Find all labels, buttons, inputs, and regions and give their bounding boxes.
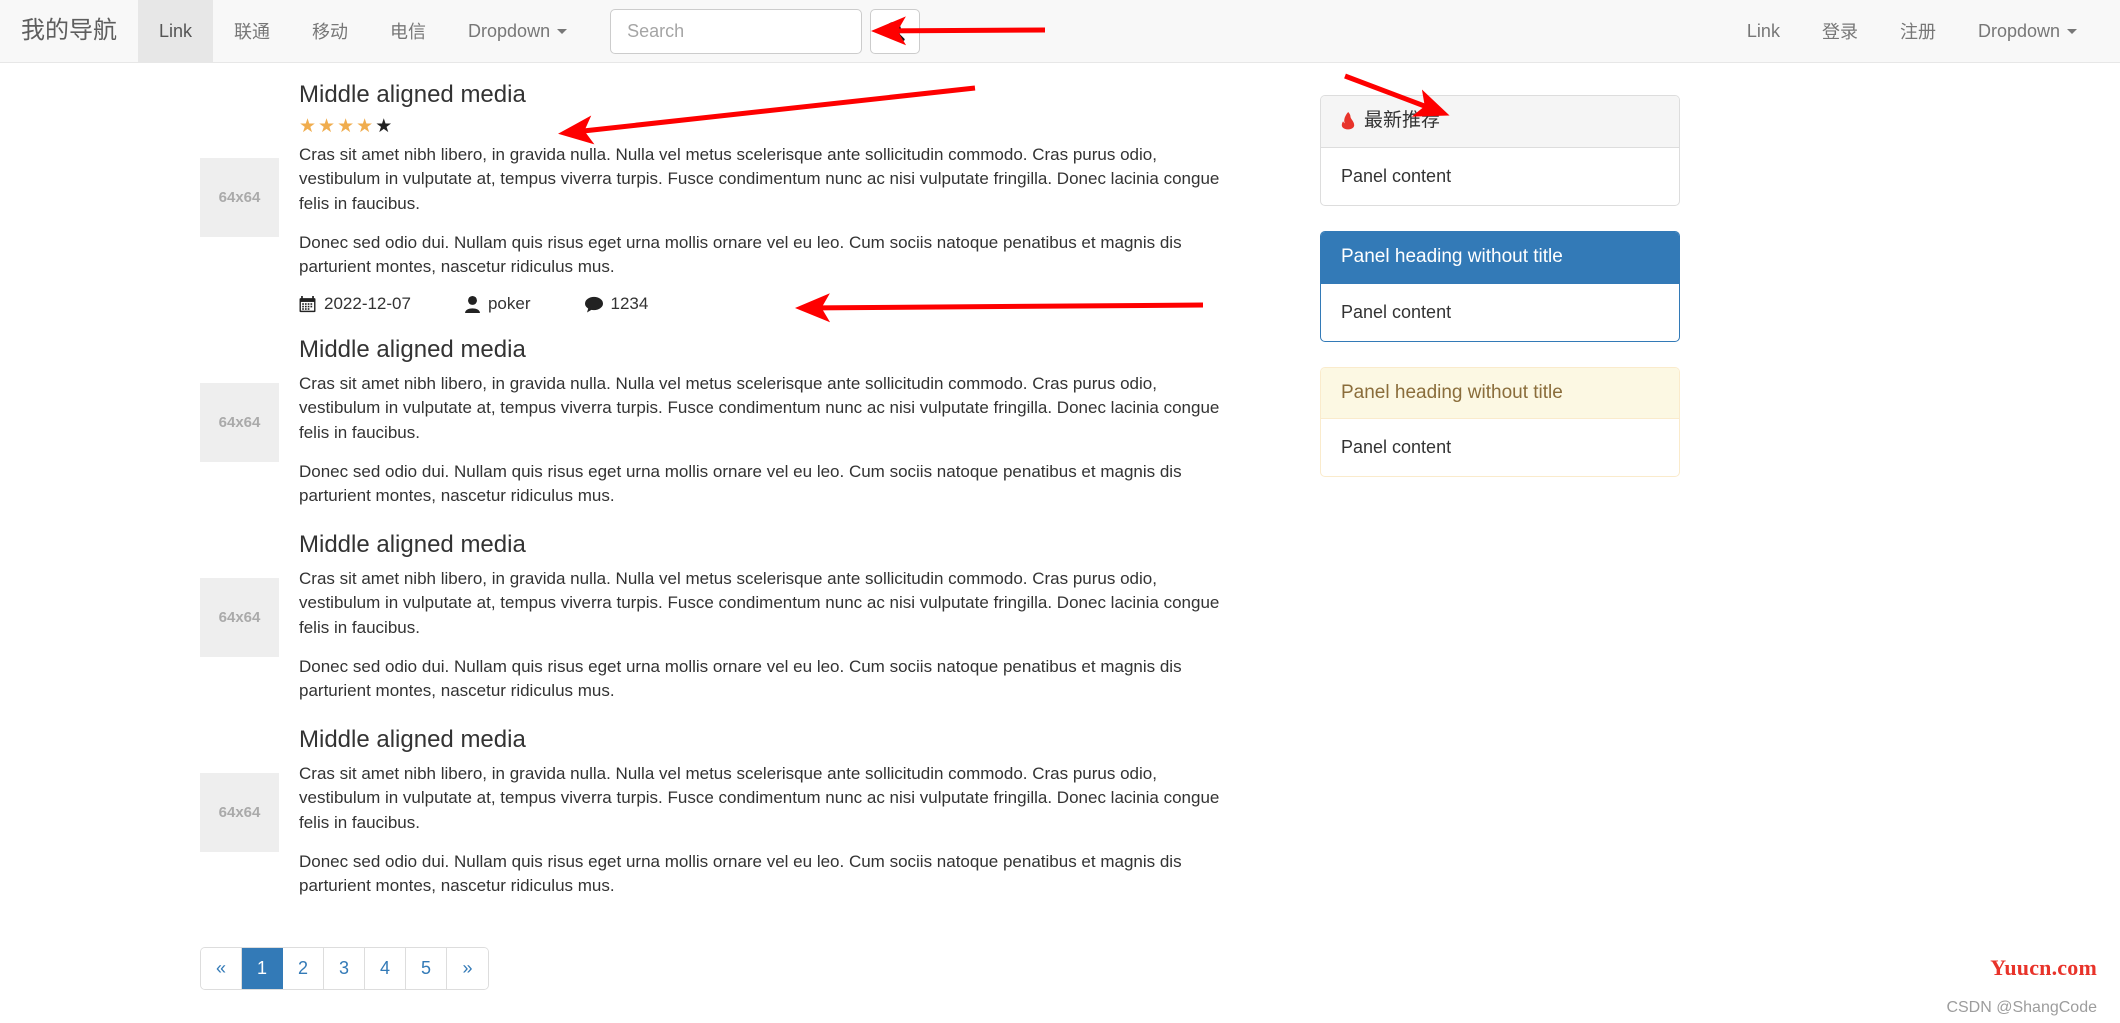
pagination-page-2[interactable]: 2	[283, 948, 324, 989]
nav-item-dropdown-label: Dropdown	[468, 20, 551, 41]
comment-icon	[584, 296, 603, 312]
pagination-next[interactable]: »	[447, 948, 488, 989]
meta-comments-label: 1234	[610, 294, 649, 313]
meta-author: poker	[465, 294, 531, 314]
search-button[interactable]	[870, 8, 921, 54]
star-empty-icon: ★	[375, 115, 395, 137]
nav-item-dianxin[interactable]: 电信	[369, 0, 447, 62]
media-item: 64x64 Middle aligned media Cras sit amet…	[200, 531, 1230, 704]
media-thumbnail[interactable]: 64x64	[200, 773, 279, 852]
meta-date-label: 2022-12-07	[324, 294, 411, 313]
pagination-page-3[interactable]: 3	[324, 948, 365, 989]
nav-item-yidong-label: 移动	[312, 22, 349, 42]
media-paragraph-2: Donec sed odio dui. Nullam quis risus eg…	[299, 232, 1182, 277]
pagination-prev[interactable]: «	[201, 948, 242, 989]
watermark-brand: Yuucn.com	[1990, 955, 2097, 980]
media-paragraph-1: Cras sit amet nibh libero, in gravida nu…	[299, 144, 1220, 214]
nav-item-dropdown[interactable]: Dropdown	[447, 0, 588, 62]
media-heading[interactable]: Middle aligned media	[299, 81, 1230, 110]
navbar-right-group: Link 登录 注册 Dropdown	[1726, 0, 2120, 62]
pagination-page-5[interactable]: 5	[406, 948, 447, 989]
panel-body: Panel content	[1341, 165, 1452, 186]
media-heading[interactable]: Middle aligned media	[299, 336, 1230, 365]
panel-heading: Panel heading without title	[1321, 231, 1679, 284]
nav-item-yidong[interactable]: 移动	[291, 0, 369, 62]
page-container: 64x64 Middle aligned media ★★★★★ Cras si…	[180, 63, 1940, 990]
calendar-icon	[299, 295, 316, 312]
navbar: 我的导航 Link 联通 移动 电信 Dropdown Search Link …	[0, 0, 2120, 63]
nav-item-liantong-label: 联通	[234, 22, 271, 42]
media-body: Middle aligned media Cras sit amet nibh …	[299, 531, 1230, 704]
media-paragraph-2: Donec sed odio dui. Nullam quis risus eg…	[299, 656, 1182, 701]
media-paragraph-1: Cras sit amet nibh libero, in gravida nu…	[299, 568, 1220, 638]
media-body: Middle aligned media Cras sit amet nibh …	[299, 726, 1230, 899]
meta-date: 2022-12-07	[299, 294, 411, 314]
navbar-search-form	[588, 0, 921, 62]
star-filled-icon: ★	[318, 115, 338, 137]
nav-right-item-register[interactable]: 注册	[1879, 0, 1957, 62]
user-icon	[465, 295, 480, 313]
media-item: 64x64 Middle aligned media ★★★★★ Cras si…	[200, 81, 1230, 314]
media-heading[interactable]: Middle aligned media	[299, 726, 1230, 755]
media-thumbnail[interactable]: 64x64	[200, 383, 279, 462]
media-paragraph-2: Donec sed odio dui. Nullam quis risus eg…	[299, 851, 1182, 896]
nav-right-item-dropdown[interactable]: Dropdown	[1957, 0, 2098, 62]
panel-body: Panel content	[1341, 301, 1452, 322]
sidebar-column: 最新推荐 Panel content Panel heading without…	[1320, 81, 1680, 502]
nav-item-link-label: Link	[159, 20, 193, 41]
nav-right-item-link-label: Link	[1746, 20, 1780, 41]
panel-heading-label: 最新推荐	[1364, 110, 1441, 131]
pagination-page-4[interactable]: 4	[365, 948, 406, 989]
media-item: 64x64 Middle aligned media Cras sit amet…	[200, 726, 1230, 899]
panel-body: Panel content	[1341, 437, 1452, 458]
navbar-brand-label: 我的导航	[21, 17, 117, 44]
star-filled-icon: ★	[337, 115, 357, 137]
media-paragraph-1: Cras sit amet nibh libero, in gravida nu…	[299, 763, 1220, 833]
nav-right-item-link[interactable]: Link	[1726, 0, 1801, 62]
panel-heading: Panel heading without title	[1321, 367, 1679, 420]
media-body: Middle aligned media Cras sit amet nibh …	[299, 336, 1230, 509]
panel-latest-recommend: 最新推荐 Panel content	[1320, 95, 1680, 206]
meta-comments: 1234	[584, 294, 649, 314]
media-paragraph-1: Cras sit amet nibh libero, in gravida nu…	[299, 373, 1220, 443]
watermark-credit: CSDN @ShangCode	[1946, 999, 2097, 1016]
fire-icon	[1341, 111, 1355, 131]
star-filled-icon: ★	[299, 115, 319, 137]
chevron-down-icon	[557, 28, 568, 34]
nav-right-item-login[interactable]: 登录	[1801, 0, 1879, 62]
pagination-page-1[interactable]: 1	[242, 948, 283, 989]
media-thumbnail[interactable]: 64x64	[200, 158, 279, 237]
nav-item-link[interactable]: Link	[138, 0, 214, 62]
navbar-brand[interactable]: 我的导航	[0, 0, 138, 62]
media-meta: 2022-12-07 poker 1234	[299, 294, 1230, 314]
panel-heading-label: Panel heading without title	[1341, 381, 1563, 403]
panel-warning: Panel heading without title Panel conten…	[1320, 366, 1680, 478]
main-content-column: 64x64 Middle aligned media ★★★★★ Cras si…	[180, 81, 1250, 990]
media-thumbnail[interactable]: 64x64	[200, 578, 279, 657]
search-input[interactable]	[610, 8, 863, 54]
pagination: « 1 2 3 4 5 »	[200, 947, 489, 990]
nav-right-item-dropdown-label: Dropdown	[1977, 20, 2060, 41]
star-rating[interactable]: ★★★★★	[299, 117, 1230, 136]
navbar-left-group: 我的导航 Link 联通 移动 电信 Dropdown	[0, 0, 921, 62]
meta-author-label: poker	[487, 294, 531, 313]
search-icon	[886, 22, 905, 41]
panel-heading: 最新推荐	[1321, 96, 1679, 148]
nav-right-item-login-label: 登录	[1821, 22, 1858, 42]
star-filled-icon: ★	[356, 115, 376, 137]
nav-item-dianxin-label: 电信	[390, 22, 427, 42]
nav-item-liantong[interactable]: 联通	[213, 0, 291, 62]
panel-heading-label: Panel heading without title	[1341, 245, 1563, 267]
media-body: Middle aligned media ★★★★★ Cras sit amet…	[299, 81, 1230, 314]
nav-right-item-register-label: 注册	[1899, 22, 1936, 42]
chevron-down-icon	[2067, 28, 2077, 34]
media-item: 64x64 Middle aligned media Cras sit amet…	[200, 336, 1230, 509]
panel-primary: Panel heading without title Panel conten…	[1320, 230, 1680, 342]
media-heading[interactable]: Middle aligned media	[299, 531, 1230, 560]
media-paragraph-2: Donec sed odio dui. Nullam quis risus eg…	[299, 461, 1182, 506]
